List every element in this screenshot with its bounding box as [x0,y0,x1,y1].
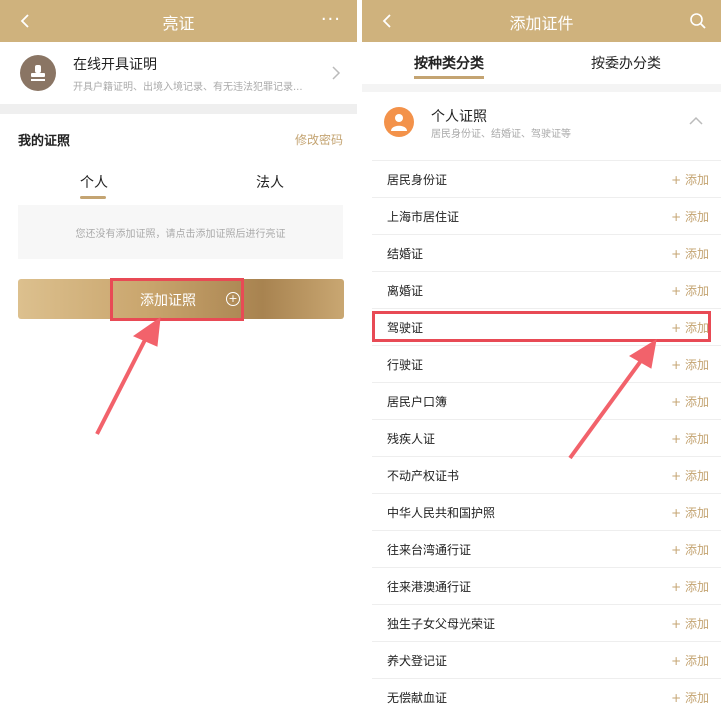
list-item: 中华人民共和国护照 + 添加 [372,493,721,530]
online-cert-subtitle: 开具户籍证明、出境入境记录、有无违法犯罪记录... [73,82,303,93]
list-item: 独生子女父母光荣证 + 添加 [372,604,721,641]
item-name: 独生子女父母光荣证 [387,617,496,631]
add-link[interactable]: + 添加 [671,541,709,558]
stamp-icon [20,55,56,91]
person-icon [384,107,414,137]
tab-by-type[interactable]: 按种类分类 [414,53,484,73]
add-link[interactable]: + 添加 [671,615,709,632]
add-link[interactable]: + 添加 [671,430,709,447]
item-name: 上海市居住证 [387,210,460,224]
item-name: 往来台湾通行证 [387,543,472,557]
list-item: 残疾人证 + 添加 [372,419,721,456]
add-link[interactable]: + 添加 [671,504,709,521]
add-link[interactable]: + 添加 [671,245,709,262]
item-name: 居民身份证 [387,173,448,187]
cert-type-list: 居民身份证 + 添加 上海市居住证 + 添加 结婚证 + 添加 离婚证 + 添加 驾驶证… [372,160,721,715]
tab-legal-entity[interactable]: 法人 [256,172,284,192]
list-item: 居民户口簿 + 添加 [372,382,721,419]
list-item: 上海市居住证 + 添加 [372,197,721,234]
highlight-box-add-button [110,278,244,321]
category-tabs: 按种类分类 按委办分类 [362,42,721,84]
item-name: 离婚证 [387,284,424,298]
chevron-right-icon [332,66,341,80]
list-item: 养犬登记证 + 添加 [372,641,721,678]
tab-by-agency[interactable]: 按委办分类 [591,53,661,73]
add-link[interactable]: + 添加 [671,578,709,595]
divider [0,104,357,114]
list-item: 离婚证 + 添加 [372,271,721,308]
online-cert-title: 在线开具证明 [73,57,157,73]
add-link[interactable]: + 添加 [671,208,709,225]
page-title: 添加证件 [509,14,574,33]
item-name: 无偿献血证 [387,691,448,705]
list-item: 往来港澳通行证 + 添加 [372,567,721,604]
add-link[interactable]: + 添加 [671,467,709,484]
item-name: 不动产权证书 [387,469,460,483]
section-title: 个人证照 [431,109,487,125]
item-name: 往来港澳通行证 [387,580,472,594]
list-item: 不动产权证书 + 添加 [372,456,721,493]
add-link[interactable]: + 添加 [671,689,709,706]
item-name: 居民户口簿 [387,395,448,409]
item-name: 残疾人证 [387,432,436,446]
list-item: 行驶证 + 添加 [372,345,721,382]
list-item: 无偿献血证 + 添加 [372,678,721,715]
section-subtitle: 居民身份证、结婚证、驾驶证等 [431,129,571,140]
change-password-link[interactable]: 修改密码 [295,131,343,148]
empty-message: 您还没有添加证照，请点击添加证照后进行亮证 [75,229,286,240]
add-link[interactable]: + 添加 [671,171,709,188]
highlight-box-drivers-license [372,311,711,342]
page-title: 亮证 [162,14,195,33]
left-header: 亮证 ··· [0,0,357,42]
chevron-up-icon[interactable] [689,116,703,125]
empty-state: 您还没有添加证照，请点击添加证照后进行亮证 [18,205,343,259]
my-certs-label: 我的证照 [18,134,71,149]
item-name: 养犬登记证 [387,654,448,668]
search-icon[interactable] [689,12,707,30]
item-name: 中华人民共和国护照 [387,506,496,520]
section-personal-certs[interactable]: 个人证照 居民身份证、结婚证、驾驶证等 [362,92,721,158]
list-item: 居民身份证 + 添加 [372,160,721,197]
add-link[interactable]: + 添加 [671,652,709,669]
right-screen: 添加证件 按种类分类 按委办分类 个人证照 居民身份证、结婚证、驾驶证等 居民身… [362,0,721,721]
list-item: 结婚证 + 添加 [372,234,721,271]
right-header: 添加证件 [362,0,721,42]
list-item: 往来台湾通行证 + 添加 [372,530,721,567]
add-link[interactable]: + 添加 [671,282,709,299]
tab-indicator [414,76,484,79]
more-icon[interactable]: ··· [321,11,341,29]
divider [362,84,721,92]
add-link[interactable]: + 添加 [671,356,709,373]
left-screen: 亮证 ··· 在线开具证明 开具户籍证明、出境入境记录、有无违法犯罪记录... … [0,0,357,721]
item-name: 结婚证 [387,247,424,261]
tab-indicator [80,196,106,199]
add-link[interactable]: + 添加 [671,393,709,410]
item-name: 行驶证 [387,358,424,372]
online-cert-row[interactable]: 在线开具证明 开具户籍证明、出境入境记录、有无违法犯罪记录... [0,42,357,104]
tab-personal[interactable]: 个人 [80,172,108,192]
